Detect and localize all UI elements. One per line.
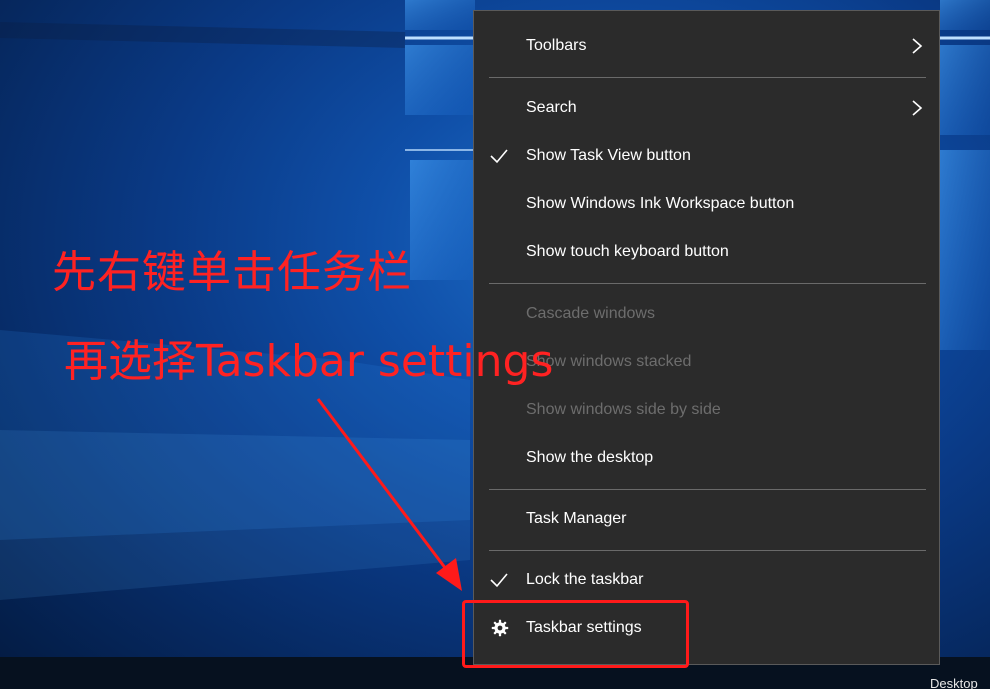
menu-separator xyxy=(489,550,926,551)
menu-item-toolbars[interactable]: Toolbars xyxy=(474,28,939,64)
menu-item-label: Lock the taskbar xyxy=(526,571,644,588)
menu-item-search[interactable]: Search xyxy=(474,90,939,126)
highlight-box xyxy=(462,600,689,668)
taskbar-desktop-label[interactable]: Desktop xyxy=(930,676,990,689)
menu-item-label: Task Manager xyxy=(526,510,627,527)
annotation-arrow-icon xyxy=(316,398,462,591)
menu-item-task-manager[interactable]: Task Manager xyxy=(474,501,939,537)
menu-item-label: Toolbars xyxy=(526,37,587,54)
menu-item-label: Search xyxy=(526,99,577,116)
menu-item-show-task-view[interactable]: Show Task View button xyxy=(474,138,939,174)
chevron-right-icon xyxy=(912,100,923,116)
desktop: Desktop Toolbars Search Show Task View b… xyxy=(0,0,990,689)
menu-item-label: Show the desktop xyxy=(526,449,654,466)
menu-item-show-ink-workspace[interactable]: Show Windows Ink Workspace button xyxy=(474,186,939,222)
menu-item-label: Show windows side by side xyxy=(526,401,721,418)
menu-item-windows-side-by-side[interactable]: Show windows side by side xyxy=(474,392,939,428)
menu-item-show-touch-keyboard[interactable]: Show touch keyboard button xyxy=(474,234,939,270)
menu-separator xyxy=(489,489,926,490)
checkmark-icon xyxy=(490,149,508,164)
menu-separator xyxy=(489,77,926,78)
menu-item-label: Show Task View button xyxy=(526,147,691,164)
menu-separator xyxy=(489,283,926,284)
menu-item-label: Show Windows Ink Workspace button xyxy=(526,195,795,212)
chevron-right-icon xyxy=(912,38,923,54)
menu-item-lock-taskbar[interactable]: Lock the taskbar xyxy=(474,562,939,598)
annotation-instruction-1: 先右键单击任务栏 xyxy=(52,247,412,298)
checkmark-icon xyxy=(490,573,508,588)
annotation-instruction-2: 再选择Taskbar settings xyxy=(64,336,554,387)
menu-item-show-desktop[interactable]: Show the desktop xyxy=(474,440,939,476)
menu-item-label: Show touch keyboard button xyxy=(526,243,729,260)
